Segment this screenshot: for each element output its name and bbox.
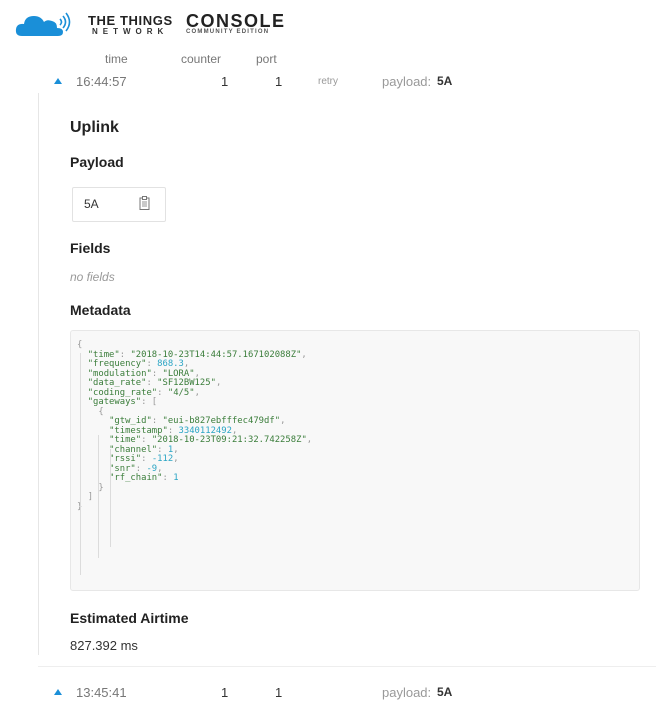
airtime-heading: Estimated Airtime bbox=[70, 610, 189, 626]
json-indent-guide bbox=[98, 435, 99, 558]
brand-line1: THE THINGS bbox=[88, 13, 173, 28]
column-header-counter[interactable]: counter bbox=[181, 52, 221, 66]
row-counter: 1 bbox=[221, 74, 229, 89]
clipboard-icon[interactable] bbox=[139, 196, 150, 210]
payload-box: 5A bbox=[72, 187, 166, 222]
brand-line2: NETWORK bbox=[92, 27, 169, 36]
json-indent-guide bbox=[110, 449, 111, 547]
uplink-heading: Uplink bbox=[70, 119, 119, 136]
row-time: 13:45:41 bbox=[76, 685, 127, 700]
message-row[interactable]: 13:45:41 1 1 payload: 5A bbox=[38, 678, 656, 706]
row-payload-value: 5A bbox=[437, 74, 453, 88]
no-fields-text: no fields bbox=[70, 270, 115, 284]
metadata-json-viewer[interactable]: { "time": "2018-10-23T14:44:57.167102088… bbox=[70, 330, 640, 591]
row-port: 1 bbox=[275, 685, 283, 700]
row-port: 1 bbox=[275, 74, 283, 89]
row-retry-badge: retry bbox=[318, 76, 338, 87]
payload-heading: Payload bbox=[70, 154, 124, 170]
app-header: THE THINGS NETWORK CONSOLE COMMUNITY EDI… bbox=[0, 0, 656, 44]
row-divider bbox=[38, 666, 656, 667]
row-payload-value: 5A bbox=[437, 685, 453, 699]
console-wordmark: CONSOLE COMMUNITY EDITION bbox=[186, 11, 286, 35]
collapse-triangle-icon[interactable] bbox=[54, 78, 62, 84]
airtime-value: 827.392 ms bbox=[70, 638, 138, 653]
metadata-heading: Metadata bbox=[70, 302, 131, 318]
payload-hex[interactable]: 5A bbox=[84, 197, 99, 211]
message-row[interactable]: 16:44:57 1 1 retry payload: 5A bbox=[38, 67, 656, 95]
row-payload-label: payload: bbox=[382, 74, 432, 89]
metadata-json: { "time": "2018-10-23T14:44:57.167102088… bbox=[77, 340, 313, 511]
row-counter: 1 bbox=[221, 685, 229, 700]
column-header-time[interactable]: time bbox=[105, 52, 128, 66]
ttn-wordmark: THE THINGS NETWORK bbox=[88, 13, 173, 36]
json-indent-guide bbox=[80, 353, 81, 575]
column-header-port[interactable]: port bbox=[256, 52, 277, 66]
expand-triangle-icon[interactable] bbox=[54, 689, 62, 695]
row-time: 16:44:57 bbox=[76, 74, 127, 89]
row-payload-label: payload: bbox=[382, 685, 432, 700]
ttn-cloud-logo-icon bbox=[15, 12, 71, 36]
fields-heading: Fields bbox=[70, 240, 111, 256]
